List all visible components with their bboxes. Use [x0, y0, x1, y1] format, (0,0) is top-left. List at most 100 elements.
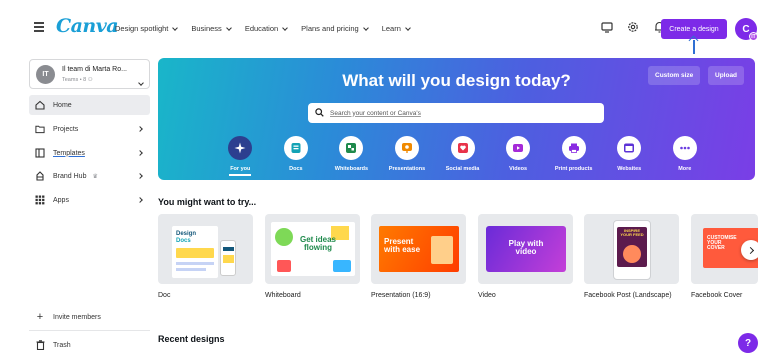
- apps-grid-icon: [35, 195, 45, 205]
- chevron-right-icon: [137, 173, 143, 179]
- sidebar-item-apps[interactable]: Apps: [29, 190, 150, 210]
- nav-plans-pricing[interactable]: Plans and pricing: [301, 24, 369, 33]
- category-label: Print products: [554, 166, 593, 172]
- category-label: Presentations: [388, 166, 426, 172]
- card-video-label: Video: [478, 292, 496, 299]
- nav-label: Plans and pricing: [301, 24, 359, 33]
- canva-logo[interactable]: Canva: [56, 15, 119, 37]
- trash-label: Trash: [53, 341, 71, 349]
- template-icon: [35, 148, 45, 158]
- sidebar-item-label: Brand Hub: [53, 172, 87, 180]
- printer-icon: [561, 136, 586, 160]
- doc-icon: [283, 136, 308, 160]
- team-switcher[interactable]: IT Il team di Marta Ro... Teams • 8 ⚇: [29, 59, 150, 89]
- category-websites[interactable]: Websites: [602, 136, 657, 176]
- chevron-down-icon: [137, 72, 144, 90]
- category-videos[interactable]: Videos: [491, 136, 546, 176]
- category-print-products[interactable]: Print products: [546, 136, 601, 176]
- facebook-post-thumbnail: INSPIRE YOUR FEED: [613, 220, 651, 280]
- team-name: Il team di Marta Ro...: [62, 66, 127, 73]
- avatar[interactable]: C IT: [735, 18, 758, 41]
- invite-members-button[interactable]: + Invite members: [29, 308, 150, 326]
- category-for-you[interactable]: For you: [213, 136, 268, 176]
- thumb-sub: Docs: [176, 238, 191, 244]
- category-row: For you Docs Whiteboards Presentations S…: [213, 136, 713, 176]
- category-label: Whiteboards: [334, 166, 369, 172]
- card-facebook-post-label: Facebook Post (Landscape): [584, 292, 672, 299]
- sidebar-item-label: Apps: [53, 196, 69, 204]
- more-icon: [672, 136, 697, 160]
- team-subtitle: Teams • 8 ⚇: [62, 77, 93, 83]
- category-social-media[interactable]: Social media: [435, 136, 490, 176]
- video-icon: [506, 136, 531, 160]
- category-docs[interactable]: Docs: [269, 136, 324, 176]
- team-members: Teams • 8: [62, 77, 87, 83]
- nav-label: Design spotlight: [115, 24, 169, 33]
- custom-size-button[interactable]: Custom size: [648, 66, 701, 85]
- people-icon: ⚇: [87, 77, 93, 83]
- presentation-icon: [394, 136, 419, 160]
- arrow-up-icon: [693, 40, 695, 54]
- menu-icon[interactable]: [34, 22, 44, 32]
- top-icons: [600, 20, 666, 34]
- sidebar-item-brand-hub[interactable]: Brand Hub ♛: [29, 166, 150, 186]
- card-doc-label: Doc: [158, 292, 171, 299]
- card-video[interactable]: Play with video: [478, 214, 573, 284]
- card-whiteboard[interactable]: Get ideas flowing: [265, 214, 360, 284]
- nav-learn[interactable]: Learn: [382, 24, 411, 33]
- category-presentations[interactable]: Presentations: [380, 136, 435, 176]
- chevron-down-icon: [282, 24, 289, 31]
- monitor-icon: [617, 136, 642, 160]
- hero-banner: What will you design today? Custom size …: [158, 58, 755, 180]
- brand-icon: [35, 171, 45, 181]
- thumb-title: Design: [176, 231, 197, 237]
- category-more[interactable]: More: [658, 136, 713, 176]
- category-label: Social media: [445, 166, 480, 172]
- sidebar-item-projects[interactable]: Projects: [29, 119, 150, 139]
- team-avatar-badge: IT: [749, 32, 758, 41]
- chevron-right-icon: [746, 246, 754, 254]
- sidebar-item-label: Templates: [53, 149, 85, 157]
- desktop-app-icon[interactable]: [600, 20, 614, 34]
- upload-button[interactable]: Upload: [708, 66, 745, 85]
- chevron-down-icon: [362, 24, 369, 31]
- whiteboard-thumbnail: Get ideas flowing: [271, 222, 355, 276]
- search-placeholder: Search your content or Canva's: [330, 109, 421, 117]
- video-thumbnail: Play with video: [486, 226, 566, 272]
- team-badge: IT: [36, 65, 55, 84]
- category-label: For you: [230, 166, 251, 172]
- doc-thumbnail: Design Docs: [172, 226, 218, 278]
- category-whiteboards[interactable]: Whiteboards: [324, 136, 379, 176]
- category-label: Docs: [289, 166, 303, 172]
- nav-design-spotlight[interactable]: Design spotlight: [115, 24, 179, 33]
- gear-icon[interactable]: [626, 20, 640, 34]
- chevron-right-icon: [137, 150, 143, 156]
- chevron-down-icon: [225, 24, 232, 31]
- thumb-title: Present with ease: [384, 237, 421, 254]
- active-indicator: [229, 174, 252, 176]
- sidebar-item-home[interactable]: Home: [29, 95, 150, 115]
- nav-education[interactable]: Education: [245, 24, 289, 33]
- thumb-title: Get ideas flowing: [299, 235, 336, 252]
- sidebar-item-templates[interactable]: Templates: [29, 143, 150, 163]
- home-icon: [35, 100, 45, 110]
- help-button[interactable]: ?: [738, 333, 758, 353]
- invite-label: Invite members: [53, 313, 101, 321]
- whiteboard-icon: [339, 136, 364, 160]
- top-bar: Canva Design spotlight Business Educatio…: [0, 0, 758, 56]
- sidebar-item-label: Home: [53, 101, 72, 109]
- avatar-initial: C: [742, 23, 750, 35]
- scroll-right-button[interactable]: [741, 240, 758, 260]
- card-presentation[interactable]: Present with ease: [371, 214, 466, 284]
- card-facebook-cover-label: Facebook Cover: [691, 292, 743, 299]
- trash-button[interactable]: Trash: [29, 336, 150, 353]
- search-input[interactable]: Search your content or Canva's: [308, 103, 604, 123]
- try-section-title: You might want to try...: [158, 197, 257, 207]
- chevron-down-icon: [405, 24, 411, 31]
- card-facebook-post[interactable]: INSPIRE YOUR FEED: [584, 214, 679, 284]
- heart-icon: [450, 136, 475, 160]
- trash-icon: [35, 340, 45, 350]
- card-whiteboard-label: Whiteboard: [265, 292, 301, 299]
- card-doc[interactable]: Design Docs: [158, 214, 253, 284]
- nav-business[interactable]: Business: [191, 24, 232, 33]
